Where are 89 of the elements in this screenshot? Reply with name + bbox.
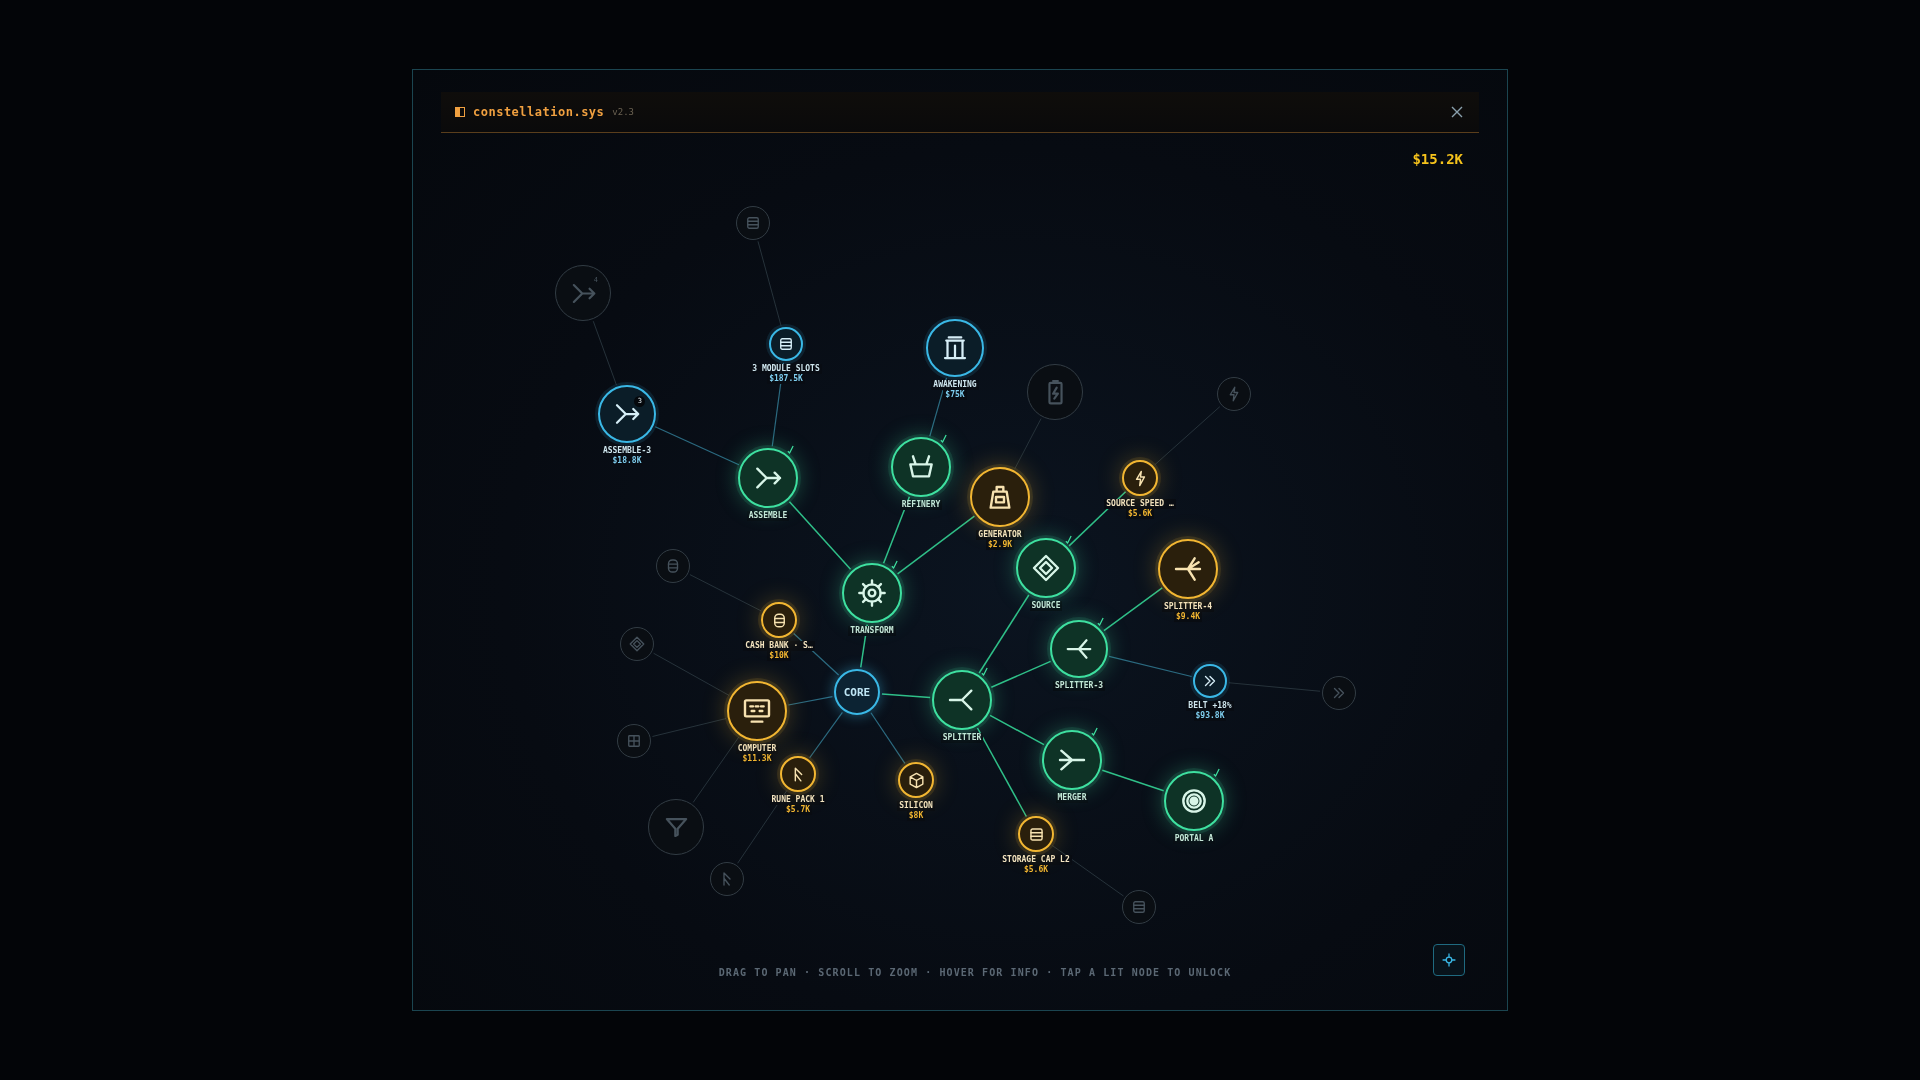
node-label: SOURCE SPEED … <box>1104 499 1176 509</box>
connector-line <box>1014 418 1042 470</box>
upgrade-node[interactable] <box>780 756 816 792</box>
node-price: $5.6K <box>1021 865 1051 875</box>
check-icon <box>1212 768 1220 777</box>
connector-line <box>787 696 834 706</box>
diamond-icon <box>628 635 646 653</box>
diamond-icon <box>1030 552 1062 584</box>
upgrade-node[interactable] <box>710 862 744 896</box>
upgrade-node[interactable] <box>1217 377 1251 411</box>
check-icon <box>939 434 947 443</box>
node-price: $93.8K <box>1193 711 1227 721</box>
connector-line <box>592 320 617 386</box>
connector-line <box>1154 406 1221 466</box>
node-label: SOURCE <box>1029 601 1063 611</box>
cube-icon <box>906 770 926 790</box>
node-price: $5.6K <box>1125 509 1155 519</box>
node-label: BELT +18% <box>1186 701 1234 711</box>
upgrade-node[interactable] <box>898 762 934 798</box>
connector-line <box>788 501 852 570</box>
core-node[interactable]: CORE <box>834 669 880 715</box>
version-label: v2.3 <box>612 107 634 117</box>
close-button[interactable] <box>1449 104 1465 120</box>
connector-line <box>809 711 843 759</box>
list-icon <box>777 335 795 353</box>
upgrade-node[interactable] <box>970 467 1030 527</box>
connector-line <box>1103 587 1163 632</box>
node-label: TRANSFORM <box>848 626 896 636</box>
node-label: SPLITTER <box>940 733 984 743</box>
node-label: CASH BANK · S… <box>743 641 815 651</box>
grid-icon <box>625 732 643 750</box>
node-price: $2.9K <box>985 540 1015 550</box>
balance-amount: $15.2K <box>1412 151 1463 167</box>
panel-icon <box>455 107 465 117</box>
upgrade-node[interactable] <box>1158 539 1218 599</box>
upgrade-node[interactable] <box>620 627 654 661</box>
check-icon <box>1090 727 1098 736</box>
check-icon <box>786 445 794 454</box>
connector-line <box>1101 769 1165 792</box>
upgrade-node[interactable] <box>617 724 651 758</box>
node-label: GENERATOR <box>976 530 1024 540</box>
upgrade-node[interactable] <box>769 327 803 361</box>
node-price: $187.5K <box>767 374 805 384</box>
check-icon <box>1096 617 1104 626</box>
upgrade-node[interactable] <box>1122 460 1158 496</box>
hint-text: DRAG TO PAN · SCROLL TO ZOOM · HOVER FOR INFO · TAP A LIT NODE TO UNLOCK <box>718 967 1232 978</box>
gear-icon <box>856 577 888 609</box>
node-price: $9.4K <box>1173 612 1203 622</box>
close-icon <box>1451 106 1463 118</box>
upgrade-node[interactable] <box>648 799 704 855</box>
crosshair-icon <box>1441 952 1457 968</box>
node-label: COMPUTER <box>735 744 779 754</box>
connector-line <box>881 693 931 699</box>
upgrade-node[interactable] <box>1122 890 1156 924</box>
node-label: STORAGE CAP L2 <box>1000 855 1072 865</box>
recenter-button[interactable] <box>1433 944 1465 976</box>
check-icon <box>890 560 898 569</box>
node-price: $10K <box>767 651 791 661</box>
upgrade-node[interactable] <box>656 549 690 583</box>
upgrade-node[interactable] <box>1322 676 1356 710</box>
node-price: $75K <box>943 390 967 400</box>
node-label: SPLITTER-4 <box>1161 602 1215 612</box>
node-label: AWAKENING <box>931 380 979 390</box>
node-label: REFINERY <box>899 500 943 510</box>
node-label: ASSEMBLE-3 <box>600 446 654 456</box>
node-label: ASSEMBLE <box>746 511 790 521</box>
list-icon <box>744 214 762 232</box>
node-label: PORTAL A <box>1172 834 1216 844</box>
window-title: constellation.sys <box>473 105 605 119</box>
node-price: $11.3K <box>740 754 774 764</box>
upgrade-node[interactable] <box>736 206 770 240</box>
node-label: SILICON <box>897 801 935 811</box>
list-icon <box>1130 898 1148 916</box>
node-price: $5.7K <box>783 805 813 815</box>
upgrade-node[interactable] <box>926 319 984 377</box>
node-label: SPLITTER-3 <box>1052 681 1106 691</box>
node-label: RUNE PACK 1 <box>769 795 827 805</box>
upgrade-node[interactable] <box>761 602 797 638</box>
upgrade-node[interactable] <box>727 681 787 741</box>
upgrade-node[interactable] <box>1193 664 1227 698</box>
check-icon <box>1064 535 1072 544</box>
check-icon <box>980 667 988 676</box>
node-price: $18.8K <box>610 456 644 466</box>
upgrade-node[interactable] <box>1027 364 1083 420</box>
upgrade-node[interactable] <box>1018 816 1054 852</box>
connector-line <box>870 712 906 764</box>
node-label: 3 MODULE SLOTS <box>750 364 822 374</box>
node-label: MERGER <box>1055 793 1089 803</box>
node-price: $8K <box>906 811 926 821</box>
